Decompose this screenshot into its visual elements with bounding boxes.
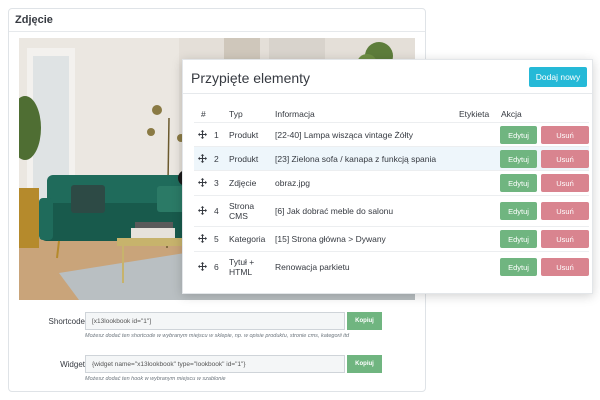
- widget-help-text: Możesz dodać ten hook w wybranym miejscu…: [85, 376, 226, 382]
- pinned-title: Przypięte elementy: [191, 70, 311, 86]
- edit-button[interactable]: Edytuj: [500, 174, 537, 192]
- shortcode-help-text: Możesz dodać ten shortcode w wybranym mi…: [85, 333, 350, 339]
- edit-button[interactable]: Edytuj: [500, 258, 537, 276]
- drag-handle-icon[interactable]: [198, 206, 207, 215]
- row-type: Zdjęcie: [229, 178, 257, 188]
- delete-button[interactable]: Usuń: [541, 258, 589, 276]
- table-row[interactable]: 5 Kategoria [15] Strona główna > Dywany Edy…: [194, 226, 589, 251]
- header-type: Typ: [229, 109, 243, 119]
- header-num: #: [201, 109, 206, 119]
- row-number: 5: [214, 234, 219, 244]
- row-info: [23] Zielona sofa / kanapa z funkcją spa…: [275, 154, 437, 164]
- row-info: Renowacja parkietu: [275, 262, 350, 272]
- table-row[interactable]: 3 Zdjęcie obraz.jpg Edytuj Usuń: [194, 170, 589, 195]
- header-action: Akcja: [501, 109, 522, 119]
- table-row[interactable]: 4 Strona CMS [6] Jak dobrać meble do salonu…: [194, 195, 589, 226]
- header-label: Etykieta: [459, 109, 490, 119]
- row-info: [22-40] Lampa wisząca vintage Żółty: [275, 130, 413, 140]
- table-row[interactable]: 1 Produkt [22-40] Lampa wisząca vintage Żó…: [194, 122, 589, 147]
- table-row[interactable]: 2 Produkt [23] Zielona sofa / kanapa z fun…: [194, 146, 589, 171]
- edit-button[interactable]: Edytuj: [500, 126, 537, 144]
- row-type: Strona: [229, 201, 255, 211]
- row-info: obraz.jpg: [275, 178, 310, 188]
- header-info: Informacja: [275, 109, 315, 119]
- drag-handle-icon[interactable]: [198, 234, 207, 243]
- row-type: Produkt: [229, 130, 259, 140]
- delete-button[interactable]: Usuń: [541, 202, 589, 220]
- row-number: 4: [214, 206, 219, 216]
- drag-handle-icon[interactable]: [198, 130, 207, 139]
- row-type: Kategoria: [229, 234, 266, 244]
- row-info: [6] Jak dobrać meble do salonu: [275, 206, 394, 216]
- drag-handle-icon[interactable]: [198, 178, 207, 187]
- add-new-button[interactable]: Dodaj nowy: [529, 67, 587, 87]
- row-type-line2: CMS: [229, 211, 248, 221]
- row-number: 2: [214, 154, 219, 164]
- drag-handle-icon[interactable]: [198, 262, 207, 271]
- shortcode-input[interactable]: [x13lookbook id="1"]: [85, 312, 345, 330]
- row-number: 6: [214, 262, 219, 272]
- edit-button[interactable]: Edytuj: [500, 202, 537, 220]
- table-row[interactable]: 6 Tytuł + HTML Renowacja parkietu Edytuj Usuń: [194, 251, 589, 282]
- widget-input[interactable]: {widget name="x13lookbook" type="lookboo…: [85, 355, 345, 373]
- delete-button[interactable]: Usuń: [541, 126, 589, 144]
- row-info: [15] Strona główna > Dywany: [275, 234, 386, 244]
- panel-title: Zdjęcie: [9, 9, 425, 32]
- row-number: 1: [214, 130, 219, 140]
- delete-button[interactable]: Usuń: [541, 150, 589, 168]
- row-type: Tytuł +: [229, 257, 255, 267]
- delete-button[interactable]: Usuń: [541, 230, 589, 248]
- row-type: Produkt: [229, 154, 259, 164]
- shortcode-label: Shortcode: [48, 317, 85, 326]
- edit-button[interactable]: Edytuj: [500, 230, 537, 248]
- edit-button[interactable]: Edytuj: [500, 150, 537, 168]
- drag-handle-icon[interactable]: [198, 154, 207, 163]
- divider: [183, 93, 592, 94]
- widget-label: Widget: [60, 360, 85, 369]
- widget-copy-button[interactable]: Kopiuj: [347, 355, 382, 373]
- row-type-line2: HTML: [229, 267, 253, 277]
- row-number: 3: [214, 178, 219, 188]
- delete-button[interactable]: Usuń: [541, 174, 589, 192]
- pinned-elements-card: Przypięte elementy Dodaj nowy # Typ Info…: [182, 59, 593, 294]
- shortcode-copy-button[interactable]: Kopiuj: [347, 312, 382, 330]
